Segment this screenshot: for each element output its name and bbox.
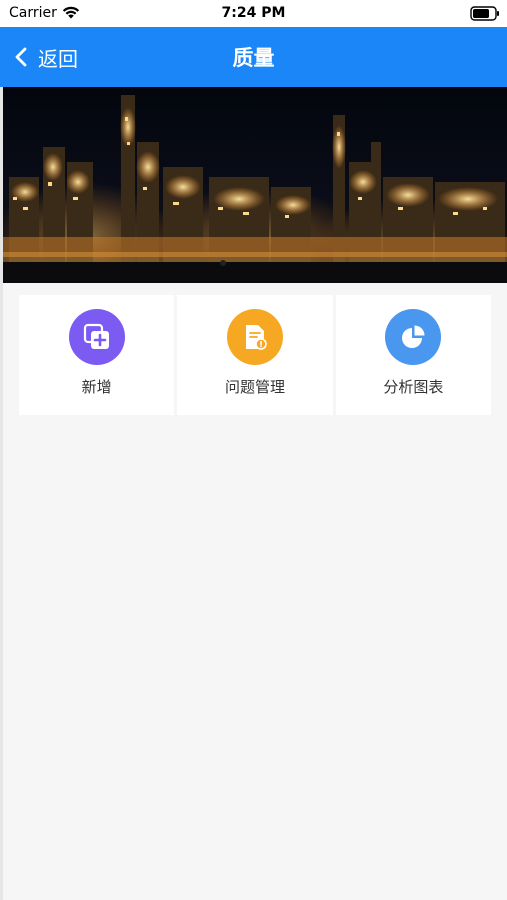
grid-label-issue-management: 问题管理 — [224, 378, 285, 396]
refinery-night-photo — [3, 87, 507, 283]
left-edge-divider — [0, 87, 3, 900]
grid-item-issue-management[interactable]: 问题管理 — [177, 295, 333, 415]
navigation-bar: 返回 质量 — [0, 27, 507, 87]
grid-item-add[interactable]: 新增 — [19, 295, 175, 415]
grid-item-analysis-charts[interactable]: 分析图表 — [335, 295, 491, 415]
banner-image — [3, 87, 507, 283]
grid-label-analysis-charts: 分析图表 — [383, 378, 444, 396]
function-grid: 新增 问题管理 分析图表 — [19, 295, 491, 415]
page-title: 质量 — [232, 46, 275, 70]
grid-label-add: 新增 — [81, 378, 112, 396]
pie-chart-icon — [385, 309, 442, 365]
status-time: 7:24 PM — [221, 5, 286, 21]
battery-icon — [470, 6, 499, 21]
document-icon — [226, 309, 283, 365]
add-copy-icon — [68, 309, 125, 365]
status-bar: Carrier 7:24 PM — [0, 0, 507, 27]
